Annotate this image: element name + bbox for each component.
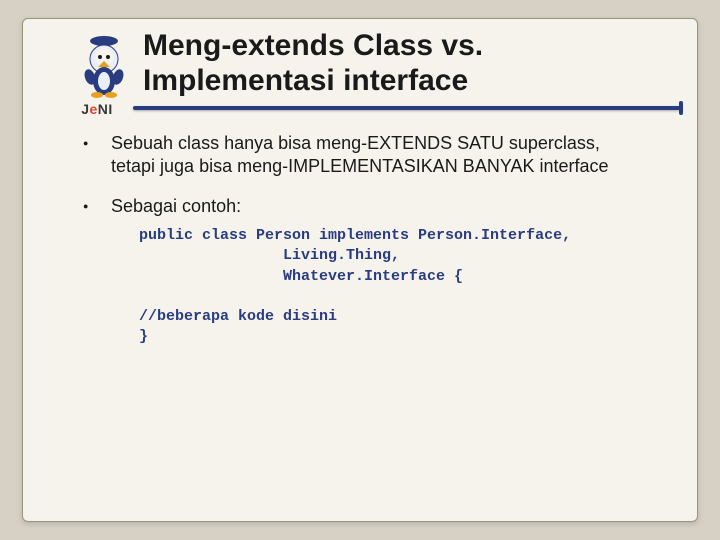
list-item: Sebuah class hanya bisa meng-EXTENDS SAT… [83, 132, 647, 179]
header: Meng-extends Class vs. Implementasi inte… [23, 19, 697, 110]
title-line-1: Meng-extends Class vs. [143, 29, 483, 62]
content: Sebuah class hanya bisa meng-EXTENDS SAT… [23, 110, 697, 348]
title-underline [133, 106, 681, 110]
slide-title: Meng-extends Class vs. Implementasi inte… [143, 29, 677, 98]
slide: JeNI Meng-extends Class vs. Implementasi… [22, 18, 698, 522]
bullet-text: Sebagai contoh: [111, 196, 241, 216]
title-line-2: Implementasi interface [143, 64, 468, 97]
bullet-text: Sebuah class hanya bisa meng-EXTENDS SAT… [111, 133, 609, 176]
code-block: public class Person implements Person.In… [139, 226, 647, 348]
list-item: Sebagai contoh: public class Person impl… [83, 195, 647, 348]
bullet-list: Sebuah class hanya bisa meng-EXTENDS SAT… [83, 132, 647, 348]
